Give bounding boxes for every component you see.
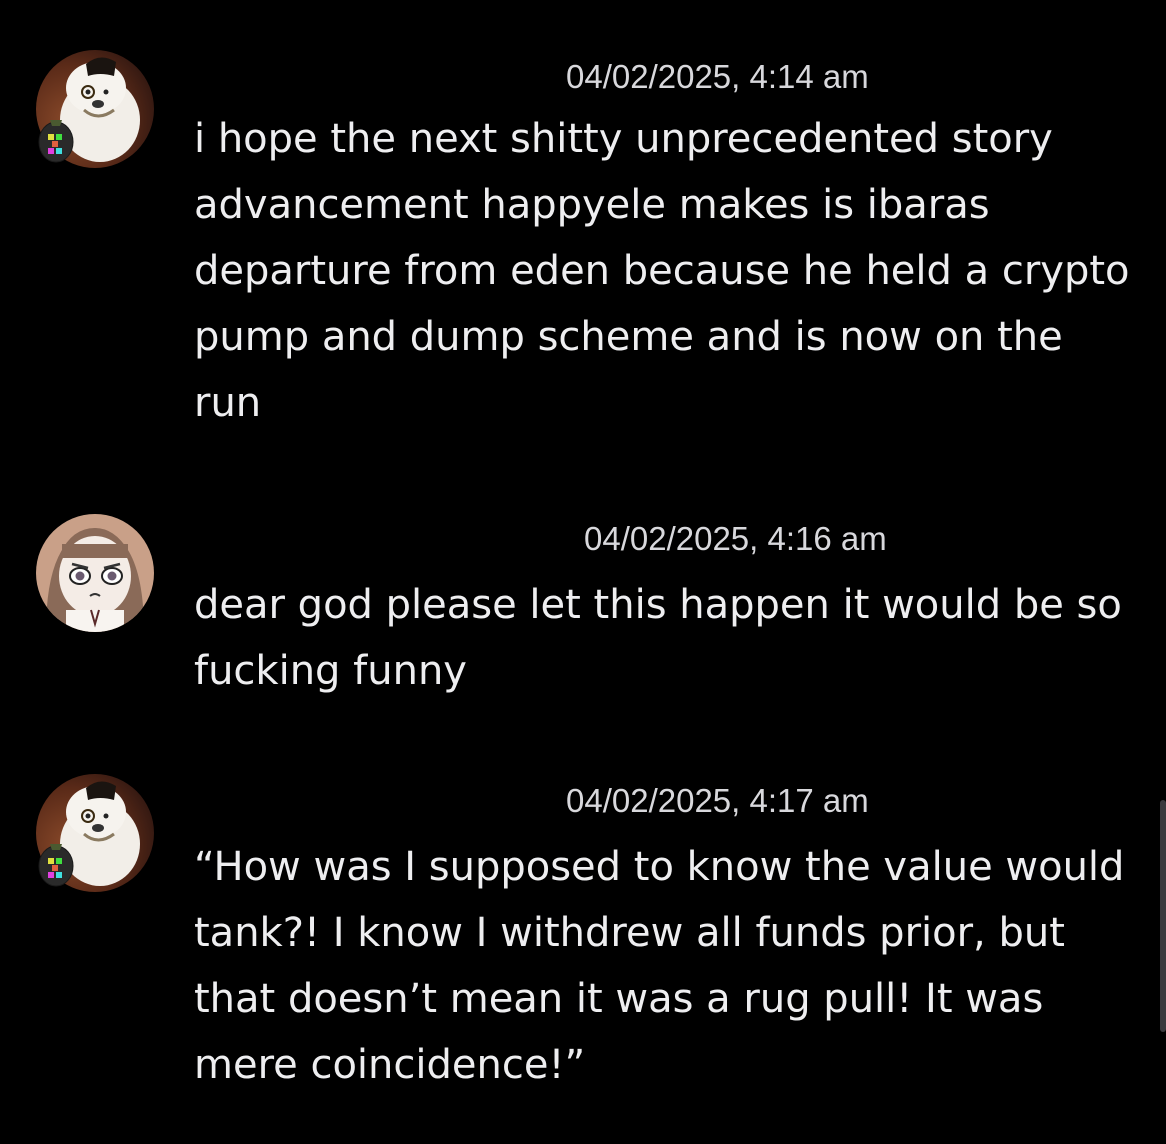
- fluffy-dog-with-monocle-icon: [36, 774, 154, 892]
- anime-girl-icon: [36, 514, 154, 632]
- user-avatar[interactable]: [36, 514, 154, 632]
- user-avatar[interactable]: [36, 50, 154, 168]
- fluffy-dog-with-monocle-icon: [36, 50, 154, 168]
- message-header: 04/02/2025, 4:17 am: [194, 782, 1094, 822]
- message-header: 04/02/2025, 4:16 am: [194, 520, 1094, 560]
- message-text: i hope the next shitty unprecedented sto…: [194, 116, 1143, 426]
- message-text: “How was I supposed to know the value wo…: [194, 844, 1138, 1088]
- message-header: 04/02/2025, 4:14 am: [194, 58, 1094, 98]
- timestamp: 04/02/2025, 4:16 am: [584, 520, 887, 557]
- timestamp: 04/02/2025, 4:14 am: [566, 58, 869, 95]
- timestamp: 04/02/2025, 4:17 am: [566, 782, 869, 819]
- chat-message-list: 04/02/2025, 4:14 am i hope the next shit…: [0, 0, 1166, 1144]
- user-avatar[interactable]: [36, 774, 154, 892]
- message-text: dear god please let this happen it would…: [194, 582, 1135, 694]
- scrollbar[interactable]: [1160, 800, 1166, 1032]
